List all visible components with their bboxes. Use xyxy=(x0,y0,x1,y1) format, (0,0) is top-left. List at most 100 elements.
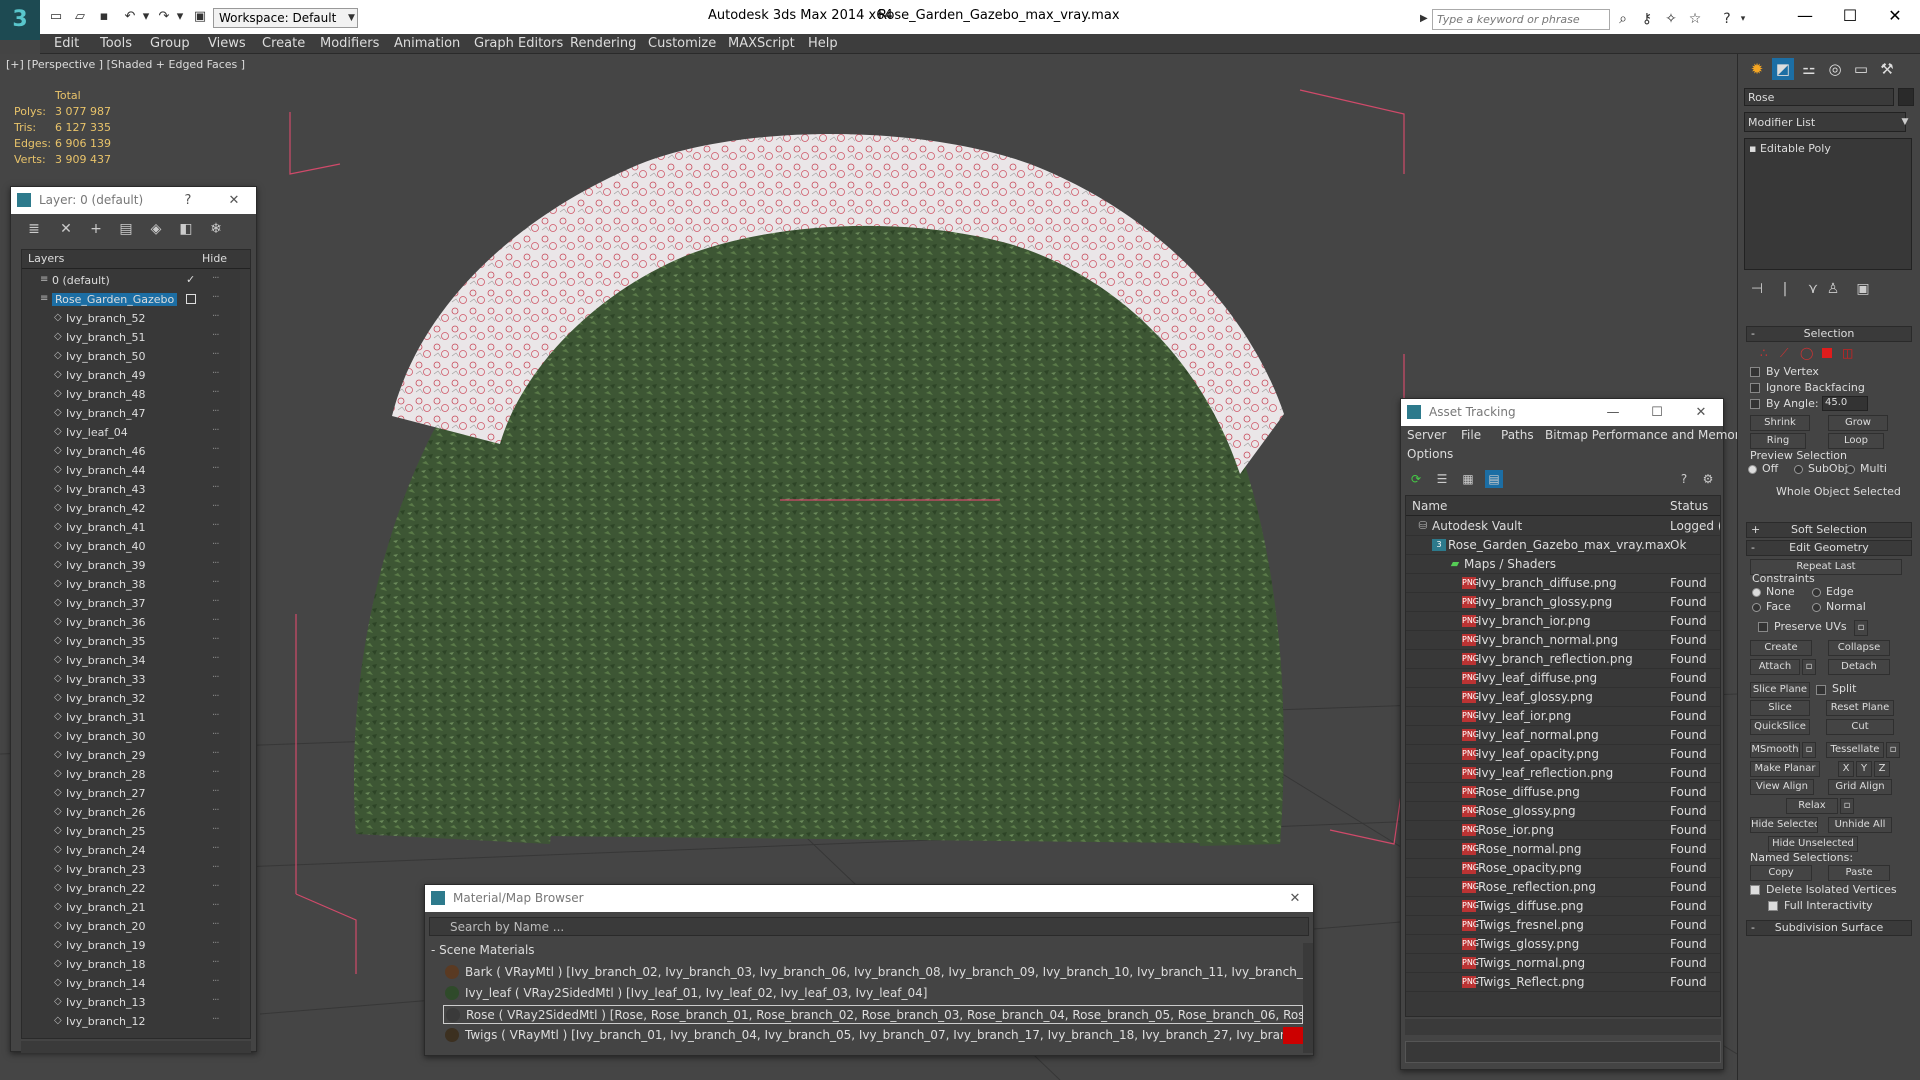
asset-row[interactable]: PNG Ivy_leaf_ior.png Found xyxy=(1406,707,1720,726)
layer-row[interactable]: ◇ Ivy_branch_19 ··· xyxy=(22,936,240,955)
workspace-selector[interactable]: Workspace: Default xyxy=(213,8,358,28)
hide-toggle[interactable]: ··· xyxy=(212,311,219,322)
hide-toggle[interactable]: ··· xyxy=(212,976,219,987)
edit-geometry-rollout-header[interactable]: - Edit Geometry xyxy=(1746,540,1912,556)
layer-row[interactable]: ◇ Ivy_branch_41 ··· xyxy=(22,518,240,537)
material-browser-titlebar[interactable]: Material/Map Browser ✕ xyxy=(425,885,1313,912)
asset-menu-paths[interactable]: Paths xyxy=(1501,428,1534,442)
asset-row[interactable]: PNG Rose_diffuse.png Found xyxy=(1406,783,1720,802)
hide-toggle[interactable]: ··· xyxy=(212,444,219,455)
tessellate-settings-button[interactable]: ▫ xyxy=(1886,742,1900,758)
hide-toggle[interactable]: ··· xyxy=(212,748,219,759)
asset-row[interactable]: PNG Twigs_diffuse.png Found xyxy=(1406,897,1720,916)
constraint-edge-radio[interactable] xyxy=(1812,588,1821,597)
remove-modifier-icon[interactable]: ♙ xyxy=(1824,280,1842,298)
modifier-list-dropdown[interactable]: Modifier List xyxy=(1744,112,1906,132)
layer-row[interactable]: ◇ Ivy_branch_28 ··· xyxy=(22,765,240,784)
hide-toggle[interactable]: ··· xyxy=(212,729,219,740)
delete-isolated-checkbox[interactable] xyxy=(1750,885,1760,895)
minimize-button[interactable]: — xyxy=(1785,3,1825,29)
hide-toggle[interactable]: ··· xyxy=(212,881,219,892)
layer-horizontal-scrollbar[interactable] xyxy=(21,1041,251,1053)
layer-row[interactable]: ◇ Ivy_branch_33 ··· xyxy=(22,670,240,689)
attach-settings-button[interactable]: ▫ xyxy=(1802,659,1816,675)
add-to-layer-icon[interactable]: + xyxy=(87,220,105,238)
relax-button[interactable]: Relax xyxy=(1786,798,1838,814)
asset-row[interactable]: PNG Twigs_glossy.png Found xyxy=(1406,935,1720,954)
layer-row[interactable]: ◇ Ivy_branch_34 ··· xyxy=(22,651,240,670)
grow-button[interactable]: Grow xyxy=(1828,415,1888,431)
layer-row[interactable]: ≡ 0 (default) ··· ✓ xyxy=(22,271,240,290)
pin-stack-icon[interactable]: ⊣ xyxy=(1748,280,1766,298)
layer-row[interactable]: ◇ Ivy_branch_23 ··· xyxy=(22,860,240,879)
asset-row[interactable]: PNG Ivy_leaf_normal.png Found xyxy=(1406,726,1720,745)
layer-row[interactable]: ◇ Ivy_branch_26 ··· xyxy=(22,803,240,822)
help-dropdown-icon[interactable]: ▾ xyxy=(1734,10,1752,28)
asset-minimize-button[interactable]: — xyxy=(1601,399,1625,426)
asset-row[interactable]: PNG Ivy_branch_reflection.png Found xyxy=(1406,650,1720,669)
material-row[interactable]: Bark ( VRayMtl ) [Ivy_branch_02, Ivy_bra… xyxy=(443,963,1303,982)
layer-vertical-scrollbar[interactable] xyxy=(240,269,250,1038)
asset-row[interactable]: PNG Rose_glossy.png Found xyxy=(1406,802,1720,821)
menu-maxscript[interactable]: MAXScript xyxy=(728,34,795,54)
hierarchy-tab-icon[interactable]: ⚍ xyxy=(1798,58,1820,80)
menu-create[interactable]: Create xyxy=(262,34,305,54)
col-layers[interactable]: Layers xyxy=(28,252,64,265)
material-browser-close-icon[interactable]: ✕ xyxy=(1283,885,1307,912)
constraint-none-radio[interactable] xyxy=(1752,588,1761,597)
table-view-icon[interactable]: ▤ xyxy=(1485,470,1503,488)
asset-row[interactable]: ▰ Maps / Shaders xyxy=(1406,555,1720,574)
material-vertical-scrollbar[interactable] xyxy=(1303,943,1313,1053)
tessellate-button[interactable]: Tessellate xyxy=(1826,742,1884,758)
layer-row[interactable]: ◇ Ivy_branch_20 ··· xyxy=(22,917,240,936)
asset-row[interactable]: PNG Twigs_fresnel.png Found xyxy=(1406,916,1720,935)
material-row[interactable]: Ivy_leaf ( VRay2SidedMtl ) [Ivy_leaf_01,… xyxy=(443,984,1303,1003)
favorites-star-icon[interactable]: ☆ xyxy=(1686,10,1704,28)
hide-toggle[interactable]: ··· xyxy=(212,938,219,949)
slice-button[interactable]: Slice xyxy=(1750,700,1810,716)
freeze-all-icon[interactable]: ❄ xyxy=(207,220,225,238)
border-mode-icon[interactable]: ◯ xyxy=(1800,346,1813,360)
asset-horizontal-scrollbar[interactable] xyxy=(1405,1019,1721,1035)
layer-row[interactable]: ◇ Ivy_branch_24 ··· xyxy=(22,841,240,860)
layer-help-button[interactable]: ? xyxy=(176,187,200,214)
layer-row[interactable]: ◇ Ivy_branch_27 ··· xyxy=(22,784,240,803)
modifier-list-dropdown-icon[interactable]: ▼ xyxy=(1896,112,1914,132)
selection-rollout-header[interactable]: - Selection xyxy=(1746,326,1912,342)
asset-row[interactable]: ⛁ Autodesk Vault Logged ( xyxy=(1406,517,1720,536)
layer-row[interactable]: ◇ Ivy_branch_48 ··· xyxy=(22,385,240,404)
hide-toggle[interactable]: ··· xyxy=(212,482,219,493)
layer-row[interactable]: ◇ Ivy_branch_31 ··· xyxy=(22,708,240,727)
layer-row[interactable]: ◇ Ivy_branch_52 ··· xyxy=(22,309,240,328)
keyword-search-input[interactable]: Type a keyword or phrase xyxy=(1432,9,1610,30)
search-expand-icon[interactable]: ▶ xyxy=(1420,10,1430,28)
attach-button[interactable]: Attach xyxy=(1750,659,1800,675)
material-row[interactable]: Twigs ( VRayMtl ) [Ivy_branch_01, Ivy_br… xyxy=(443,1026,1303,1045)
col-hide[interactable]: Hide xyxy=(202,252,227,265)
hide-selected-button[interactable]: Hide Selected xyxy=(1750,817,1818,833)
unhide-all-button[interactable]: Unhide All xyxy=(1828,817,1892,833)
hide-toggle[interactable]: ··· xyxy=(212,919,219,930)
undo-icon[interactable]: ↶ xyxy=(122,9,138,25)
make-unique-icon[interactable]: ⋎ xyxy=(1804,280,1822,298)
set-current-layer-box[interactable] xyxy=(186,294,196,304)
element-mode-icon[interactable]: ◫ xyxy=(1842,346,1853,360)
asset-menu-bitmap[interactable]: Bitmap Performance and Memory xyxy=(1545,428,1747,442)
asset-row[interactable]: PNG Rose_opacity.png Found xyxy=(1406,859,1720,878)
binoculars-icon[interactable]: ⌕ xyxy=(1614,10,1632,28)
planar-x-button[interactable]: X xyxy=(1838,761,1854,777)
asset-row[interactable]: PNG Twigs_normal.png Found xyxy=(1406,954,1720,973)
preserve-uvs-settings-button[interactable]: ▫ xyxy=(1854,620,1868,636)
msmooth-button[interactable]: MSmooth xyxy=(1750,742,1800,758)
preview-subobj-radio[interactable] xyxy=(1794,465,1803,474)
view-align-button[interactable]: View Align xyxy=(1750,779,1814,795)
hide-unselected-button[interactable]: Hide Unselected xyxy=(1768,836,1858,852)
layer-row[interactable]: ◇ Ivy_branch_25 ··· xyxy=(22,822,240,841)
layer-row[interactable]: ◇ Ivy_branch_13 ··· xyxy=(22,993,240,1012)
hide-toggle[interactable]: ··· xyxy=(212,558,219,569)
menu-group[interactable]: Group xyxy=(150,34,190,54)
layer-row[interactable]: ◇ Ivy_branch_50 ··· xyxy=(22,347,240,366)
layer-row[interactable]: ◇ Ivy_branch_21 ··· xyxy=(22,898,240,917)
hide-toggle[interactable]: ··· xyxy=(212,330,219,341)
layer-row[interactable]: ◇ Ivy_branch_12 ··· xyxy=(22,1012,240,1031)
